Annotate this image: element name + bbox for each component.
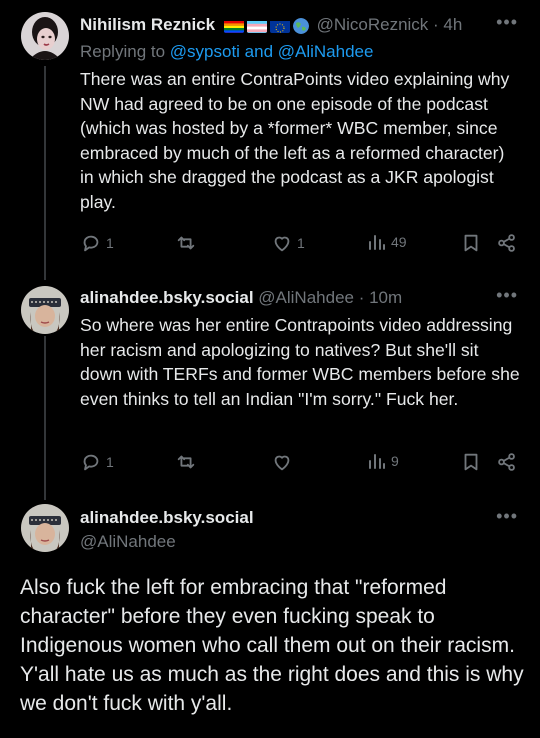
reply-button[interactable]: 1 xyxy=(80,232,114,254)
tweet-3-focused[interactable]: alinahdee.bsky.social @AliNahdee ••• Als… xyxy=(0,492,540,738)
views-button[interactable]: 9 xyxy=(367,451,399,471)
avatar[interactable] xyxy=(21,286,69,334)
tweet-text: Also fuck the left for embracing that "r… xyxy=(20,576,524,715)
globe-icon xyxy=(292,18,309,35)
retweet-button[interactable] xyxy=(175,232,201,254)
tweet-2[interactable]: alinahdee.bsky.social @AliNahdee · 10m •… xyxy=(0,280,540,492)
heart-icon xyxy=(274,455,290,471)
tweet-header: alinahdee.bsky.social @AliNahdee · 10m xyxy=(80,287,492,309)
display-name[interactable]: Nihilism Reznick xyxy=(80,15,215,34)
timestamp[interactable]: · 10m xyxy=(359,288,402,307)
eu-flag-icon xyxy=(269,19,290,34)
retweet-icon xyxy=(177,455,195,469)
share-button[interactable] xyxy=(496,451,518,473)
reply-icon xyxy=(83,454,99,471)
tweet-text: There was an entire ContraPoints video e… xyxy=(80,69,510,212)
like-button[interactable] xyxy=(271,451,297,473)
tweet-actions: 1 9 xyxy=(80,451,520,477)
replying-to-label: Replying to xyxy=(80,42,170,61)
timestamp[interactable]: · 4h xyxy=(433,15,462,34)
like-count: 1 xyxy=(297,235,305,251)
tweet-header: alinahdee.bsky.social xyxy=(80,507,492,529)
view-count: 9 xyxy=(391,453,399,469)
user-handle[interactable]: @NicoReznick xyxy=(317,15,429,34)
user-handle[interactable]: @AliNahdee xyxy=(258,288,354,307)
avatar[interactable] xyxy=(21,504,69,552)
tweet-1[interactable]: Nihilism Reznick @NicoReznick · 4h ••• R… xyxy=(0,0,540,280)
display-name[interactable]: alinahdee.bsky.social xyxy=(80,508,254,527)
rainbow-flag-icon xyxy=(223,19,244,34)
more-horizontal-icon[interactable]: ••• xyxy=(496,285,518,306)
tweet-header: Nihilism Reznick @NicoReznick · 4h xyxy=(80,14,492,37)
views-button[interactable]: 49 xyxy=(367,232,407,252)
name-emoji-flags xyxy=(223,15,312,37)
reply-icon xyxy=(83,235,99,252)
tweet-handle-row: @AliNahdee xyxy=(80,531,492,553)
bookmark-button[interactable] xyxy=(460,451,482,473)
view-count: 49 xyxy=(391,234,407,250)
share-button[interactable] xyxy=(496,232,518,254)
more-horizontal-icon[interactable]: ••• xyxy=(496,12,518,33)
views-icon xyxy=(369,235,385,250)
user-handle[interactable]: @AliNahdee xyxy=(80,532,176,551)
replying-to: Replying to @sypsoti and @AliNahdee xyxy=(80,41,373,63)
bookmark-icon xyxy=(464,234,478,252)
reply-button[interactable]: 1 xyxy=(80,451,114,473)
bookmark-button[interactable] xyxy=(460,232,482,254)
retweet-button[interactable] xyxy=(175,451,201,473)
display-name[interactable]: alinahdee.bsky.social xyxy=(80,288,254,307)
reply-count: 1 xyxy=(106,454,114,470)
heart-icon xyxy=(274,236,290,252)
transgender-flag-icon xyxy=(246,19,267,34)
bookmark-icon xyxy=(464,453,478,471)
share-icon xyxy=(498,234,515,252)
retweet-icon xyxy=(177,236,195,250)
more-horizontal-icon[interactable]: ••• xyxy=(496,506,518,527)
share-icon xyxy=(498,453,515,471)
like-button[interactable]: 1 xyxy=(271,232,305,254)
tweet-text: So where was her entire Contrapoints vid… xyxy=(80,315,520,409)
tweet-actions: 1 1 49 xyxy=(80,232,520,258)
avatar[interactable] xyxy=(21,12,69,60)
views-icon xyxy=(369,454,385,469)
replying-to-handles[interactable]: @sypsoti and @AliNahdee xyxy=(170,42,374,61)
reply-count: 1 xyxy=(106,235,114,251)
